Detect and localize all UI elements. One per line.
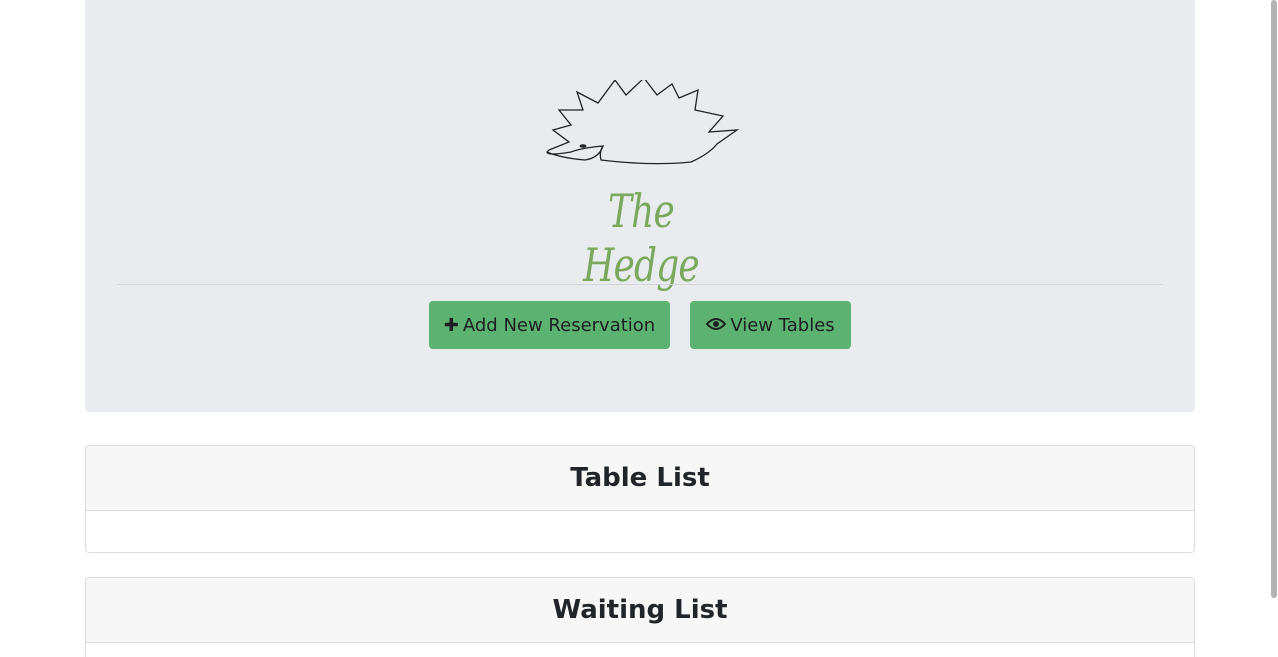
hero-divider (117, 284, 1163, 285)
scrollbar-thumb[interactable] (1271, 0, 1277, 598)
add-reservation-label: Add New Reservation (462, 314, 656, 336)
plus-icon: ✚ (443, 314, 459, 336)
waiting-list-title: Waiting List (86, 578, 1194, 643)
view-tables-label: View Tables (730, 314, 835, 336)
hero-jumbotron: The Hedge ✚ Add New Reservation View Tab… (85, 0, 1195, 412)
view-tables-button[interactable]: View Tables (690, 301, 851, 349)
table-list-title: Table List (86, 446, 1194, 511)
page-scrollbar[interactable] (1270, 0, 1278, 657)
page: The Hedge ✚ Add New Reservation View Tab… (0, 0, 1278, 657)
logo-text: The Hedge (583, 184, 700, 292)
eye-icon (705, 315, 727, 336)
hedgehog-icon (546, 77, 740, 165)
add-reservation-button[interactable]: ✚ Add New Reservation (429, 301, 670, 349)
table-list-card: Table List (85, 445, 1195, 553)
hedge-logo: The Hedge (541, 77, 741, 292)
waiting-list-card: Waiting List (85, 577, 1195, 657)
